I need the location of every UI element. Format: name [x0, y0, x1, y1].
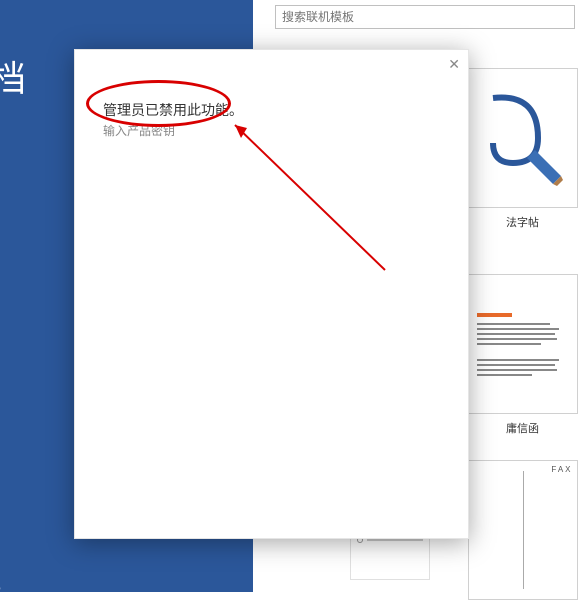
- brush-icon: [483, 88, 563, 188]
- recent-item-path: bi » 2017-9-4 64: [0, 527, 1, 542]
- recent-item-path: bi » 2017-9-6 6: [0, 251, 1, 266]
- template-label: 庸信函: [465, 420, 580, 436]
- recent-item-path: bi » 2017-9-6 6: [0, 294, 1, 309]
- recent-item-path: bi » 2017-9-4 64: [0, 484, 1, 499]
- search-input[interactable]: [275, 5, 575, 29]
- page-title: 档: [0, 50, 26, 102]
- recent-item-path: » 2017-9-4 Au: [0, 443, 1, 458]
- document-icon: [469, 301, 577, 387]
- recent-item-path: bi » 2017-8-29 646275: [0, 581, 1, 592]
- template-tile-fax[interactable]: FAX: [465, 460, 580, 600]
- recent-item-name[interactable]: se report of /: [0, 422, 1, 440]
- fax-label: FAX: [551, 465, 572, 474]
- recent-item-path: bi » 2017-9-4 64: [0, 389, 1, 404]
- close-icon[interactable]: ✕: [448, 56, 460, 73]
- recent-documents: s -Hagen bi » 2017-9-6 6 bi » 2017-9-6 6…: [0, 185, 1, 592]
- recent-item-path: » 2017-8: [0, 348, 1, 363]
- fax-icon: FAX: [469, 461, 577, 599]
- recent-item-name[interactable]: st expense rep: [0, 327, 1, 345]
- dialog-subtext: 输入产品密钥: [103, 122, 175, 139]
- template-label: 法字帖: [465, 214, 580, 230]
- activation-dialog: ✕ 管理员已禁用此功能。 输入产品密钥: [74, 49, 469, 539]
- template-thumb: [468, 274, 578, 414]
- template-tile-letter[interactable]: 庸信函: [465, 274, 580, 436]
- template-thumb: [468, 68, 578, 208]
- template-tile-calligraphy[interactable]: 法字帖: [465, 68, 580, 230]
- recent-item-name[interactable]: s: [0, 197, 1, 215]
- dialog-message: 管理员已禁用此功能。: [103, 100, 243, 120]
- recent-item-path: -Hagen: [0, 217, 1, 232]
- template-thumb: FAX: [468, 460, 578, 600]
